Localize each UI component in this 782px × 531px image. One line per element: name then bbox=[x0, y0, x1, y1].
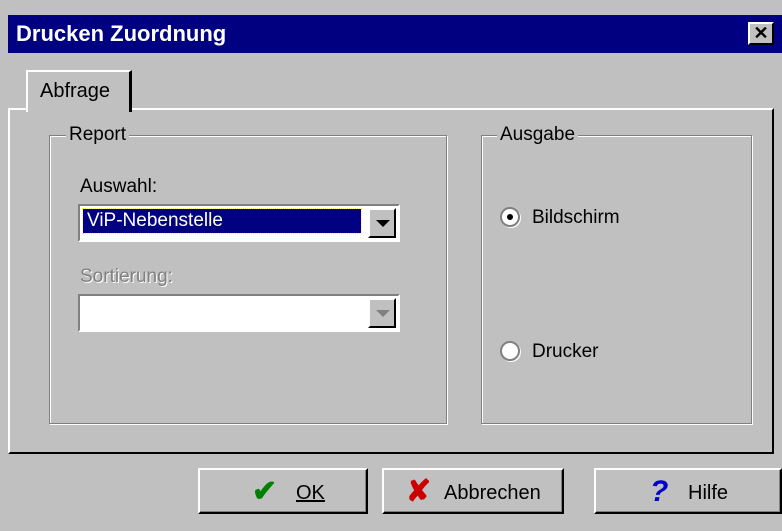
question-icon: ? bbox=[650, 475, 669, 508]
sortierung-dropdown-button bbox=[368, 298, 396, 328]
close-button[interactable]: ✕ bbox=[748, 22, 774, 45]
x-icon: ✘ bbox=[406, 475, 432, 508]
radio-drucker-label[interactable]: Drucker bbox=[532, 341, 599, 363]
report-group-title: Report bbox=[66, 124, 130, 146]
help-button[interactable]: ? Hilfe bbox=[594, 468, 782, 514]
radio-bildschirm-label[interactable]: Bildschirm bbox=[532, 207, 620, 229]
sortierung-dropdown bbox=[78, 294, 400, 332]
ausgabe-group-title: Ausgabe bbox=[497, 124, 579, 146]
ausgabe-group bbox=[481, 135, 752, 424]
cancel-button-label: Abbrechen bbox=[444, 482, 541, 504]
cancel-button[interactable]: ✘ Abbrechen bbox=[382, 468, 564, 514]
ok-button[interactable]: ✔ OK bbox=[198, 468, 368, 514]
radio-selected-dot bbox=[507, 214, 513, 220]
check-icon: ✔ bbox=[252, 475, 278, 508]
ok-button-label: OK bbox=[296, 482, 325, 504]
auswahl-label: Auswahl: bbox=[80, 176, 158, 197]
sortierung-label: Sortierung: bbox=[80, 266, 173, 287]
dialog-window: Drucken Zuordnung ✕ Abfrage Report Auswa… bbox=[0, 0, 782, 531]
auswahl-dropdown-button[interactable] bbox=[368, 208, 396, 238]
window-title: Drucken Zuordnung bbox=[16, 21, 227, 46]
radio-drucker[interactable] bbox=[500, 341, 520, 361]
radio-bildschirm[interactable] bbox=[500, 207, 520, 227]
chevron-down-icon bbox=[376, 220, 390, 227]
auswahl-dropdown[interactable]: ViP-Nebenstelle bbox=[78, 204, 400, 242]
close-icon: ✕ bbox=[753, 23, 769, 43]
auswahl-selected-value: ViP-Nebenstelle bbox=[82, 208, 362, 234]
help-button-label: Hilfe bbox=[688, 482, 729, 504]
tab-abfrage-label: Abfrage bbox=[40, 80, 111, 102]
chevron-down-icon bbox=[376, 310, 390, 317]
